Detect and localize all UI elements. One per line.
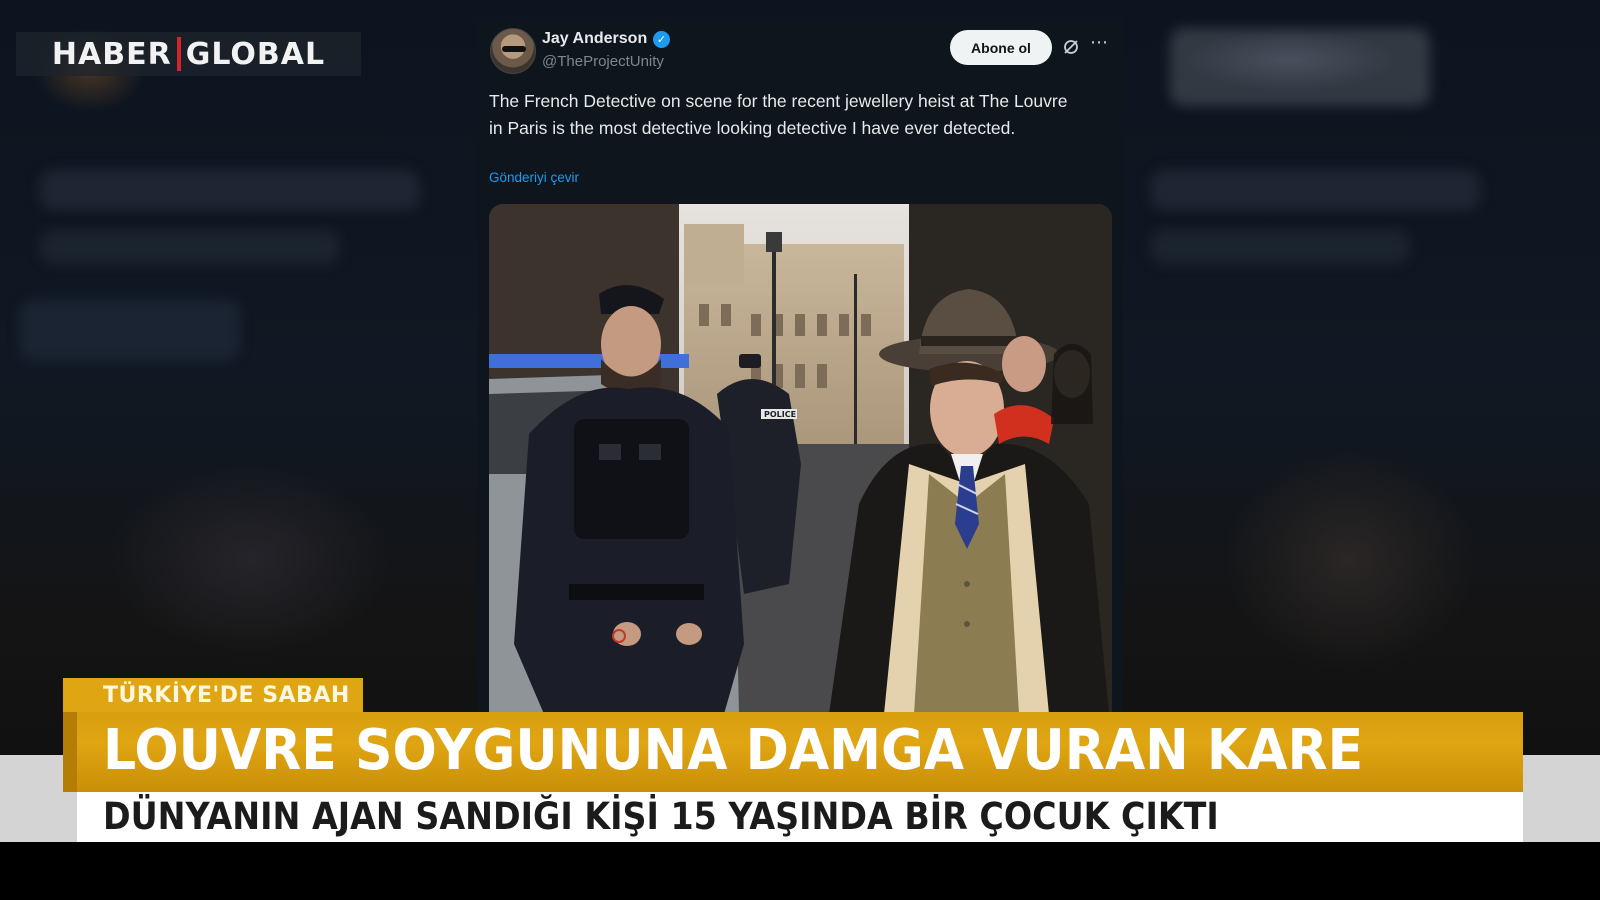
tweet-card: Jay Anderson ✓ @TheProjectUnity Abone ol…	[478, 18, 1123, 714]
blurred-strip	[1170, 28, 1430, 106]
blurred-strip	[20, 300, 240, 360]
avatar-glasses	[502, 46, 526, 52]
avatar[interactable]	[490, 28, 536, 74]
translate-post-link[interactable]: Gönderiyi çevir	[489, 170, 579, 185]
tweet-text: The French Detective on scene for the re…	[489, 91, 1068, 138]
blurred-strip	[40, 170, 420, 210]
photo-illustration: POLICE	[489, 204, 1112, 714]
tweet-photo[interactable]: POLICE	[489, 204, 1112, 714]
grok-icon[interactable]	[1062, 38, 1080, 56]
headline-accent	[63, 712, 77, 792]
bottom-letterbox	[0, 842, 1600, 900]
channel-logo: HABER GLOBAL	[16, 32, 361, 76]
subheadline-text: DÜNYANIN AJAN SANDIĞI KİŞİ 15 YAŞINDA Bİ…	[103, 795, 1219, 838]
logo-text-left: HABER	[51, 36, 172, 72]
author-handle[interactable]: @TheProjectUnity	[542, 53, 664, 70]
blurred-strip	[1150, 170, 1480, 210]
headline-text: LOUVRE SOYGUNUNA DAMGA VURAN KARE	[103, 718, 1364, 783]
logo-separator	[176, 37, 181, 71]
program-name-tag: TÜRKİYE'DE SABAH	[63, 678, 363, 714]
blurred-strip	[40, 230, 340, 264]
more-options-icon[interactable]: ⋯	[1090, 32, 1109, 53]
photo-police-signage: POLICE	[764, 410, 796, 419]
follow-button[interactable]: Abone ol	[950, 30, 1052, 65]
author-name[interactable]: Jay Anderson	[542, 30, 647, 48]
verified-badge-icon: ✓	[653, 31, 670, 48]
blurred-strip	[1150, 230, 1410, 264]
logo-text-right: GLOBAL	[185, 36, 326, 72]
